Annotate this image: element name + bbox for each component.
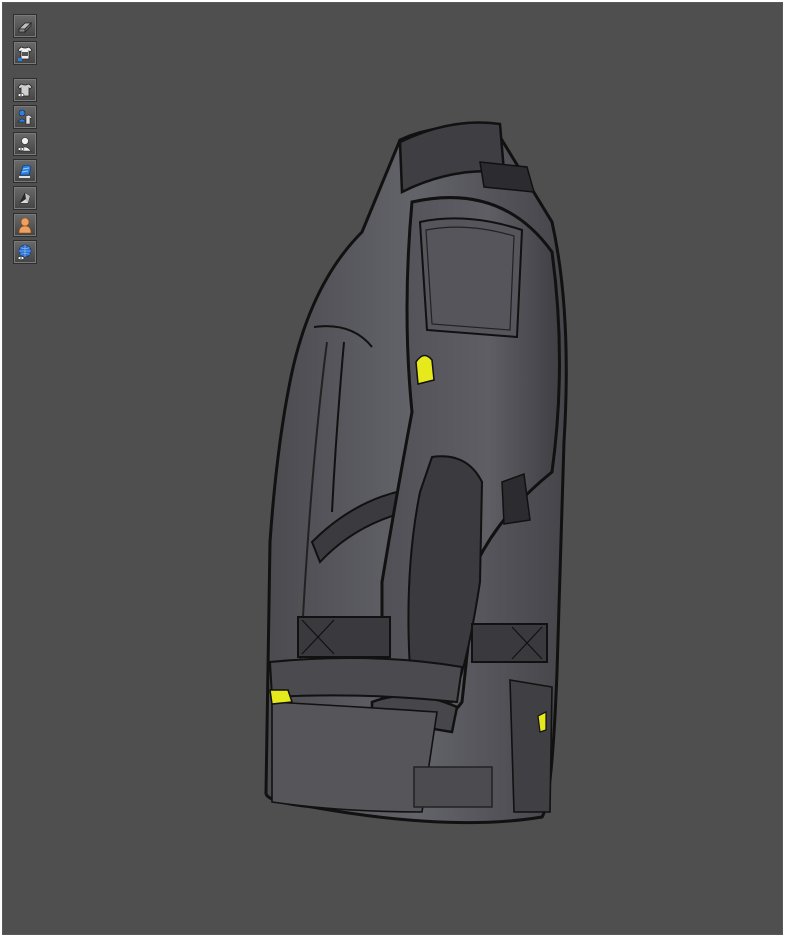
side-pocket: [509, 679, 553, 813]
show-avatar-garment-icon: [17, 109, 33, 125]
lower-flap-pocket: [268, 657, 464, 704]
side-zipper-pull: [537, 711, 547, 733]
avatar-skin-button[interactable]: [13, 213, 37, 237]
sleeve-zipper-pull: [415, 354, 435, 385]
pocket-zipper-pull: [269, 689, 294, 705]
waist-belt-left: [297, 616, 391, 658]
waist-belt-right: [471, 623, 548, 663]
show-garment-button[interactable]: [13, 78, 37, 102]
avatar-display-button[interactable]: [13, 14, 37, 38]
lower-pocket-body: [271, 701, 438, 813]
show-garment-icon: [17, 83, 33, 97]
show-avatar-button[interactable]: [13, 132, 37, 156]
jacket-3d-model[interactable]: [252, 112, 582, 842]
shading-button[interactable]: [13, 186, 37, 210]
environment-button[interactable]: [13, 240, 37, 264]
environment-globe-icon: [17, 244, 32, 260]
3d-viewport[interactable]: [2, 2, 783, 935]
pocket-label-patch: [413, 766, 493, 808]
garment-texture-icon: [17, 46, 33, 61]
avatar-skin-icon: [18, 217, 32, 234]
show-avatar-icon: [17, 137, 32, 152]
show-avatar-garment-button[interactable]: [13, 105, 37, 129]
surface-view-icon: [19, 164, 32, 178]
shading-icon: [19, 192, 31, 204]
avatar-display-icon: [18, 22, 32, 33]
surface-view-button[interactable]: [13, 159, 37, 183]
shoulder-patch: [418, 217, 524, 339]
garment-texture-button[interactable]: [13, 41, 37, 65]
display-toolbar: [13, 14, 37, 267]
toolbar-separator: [13, 68, 37, 78]
collar-strap: [479, 161, 536, 193]
